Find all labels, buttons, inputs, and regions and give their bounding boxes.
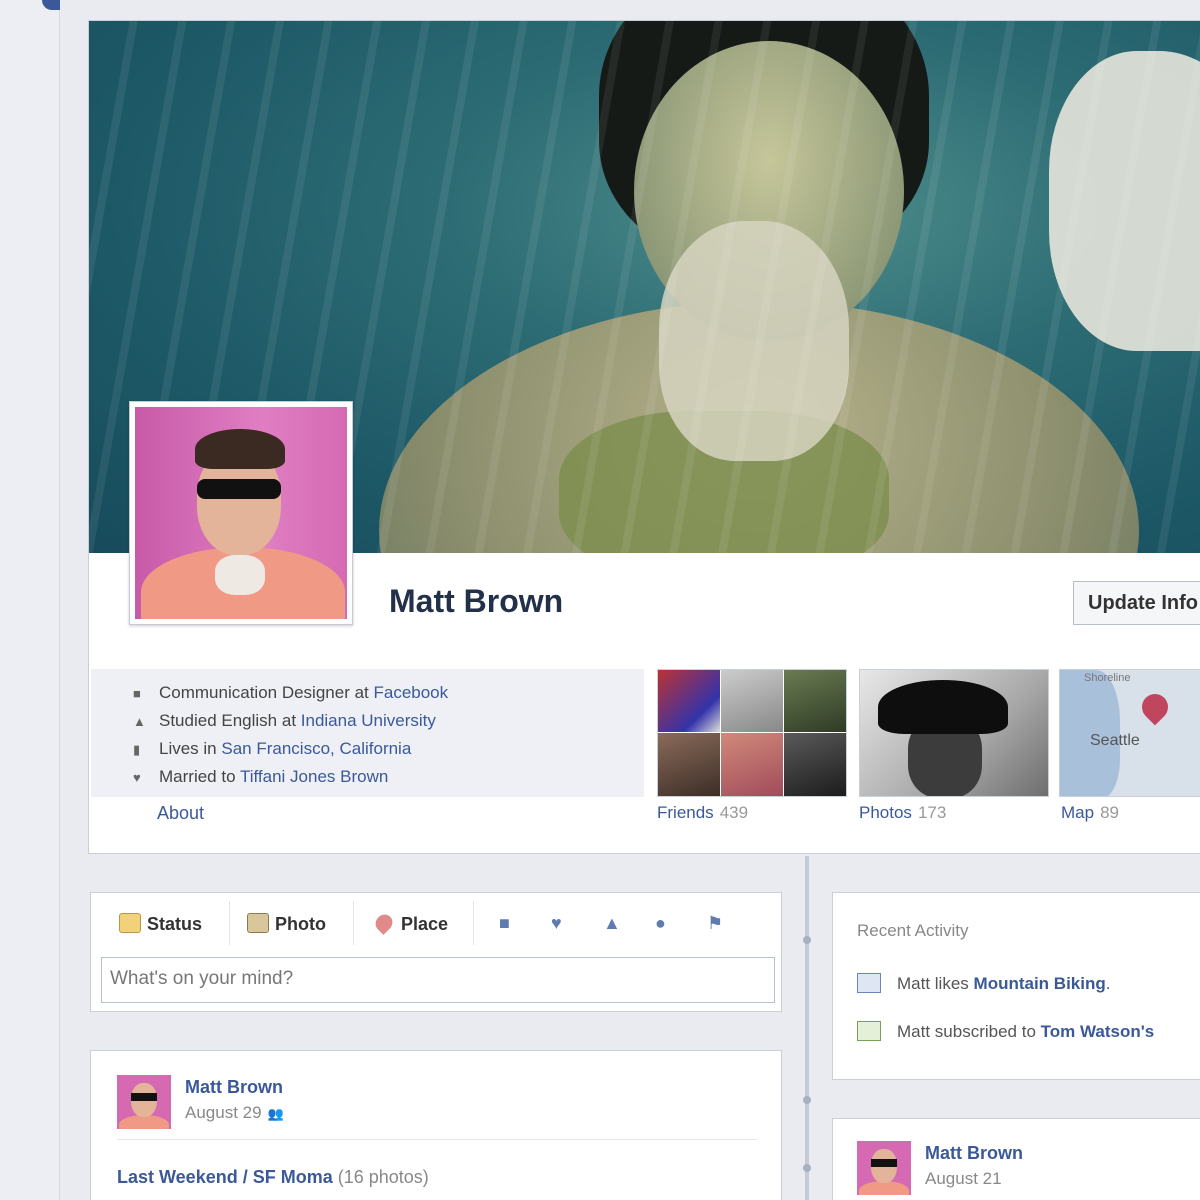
timeline-spine bbox=[803, 856, 811, 1200]
photo-icon bbox=[247, 913, 269, 933]
brand-notch bbox=[42, 0, 60, 10]
post-author-avatar[interactable] bbox=[857, 1141, 911, 1195]
post-album-title: Last Weekend / SF Moma (16 photos) bbox=[117, 1167, 429, 1188]
heart-icon: ♥ bbox=[133, 770, 141, 785]
post-date[interactable]: August 29 👥 bbox=[185, 1103, 284, 1123]
life-event-heart-icon[interactable]: ♥ bbox=[551, 913, 562, 934]
tab-status[interactable]: Status bbox=[119, 913, 202, 935]
composer-tabs: Status Photo Place ■ ♥ ▲ ● ⚑ bbox=[91, 893, 781, 955]
photos-tile[interactable] bbox=[859, 669, 1049, 797]
status-input[interactable]: What's on your mind? bbox=[101, 957, 775, 1003]
post-date[interactable]: August 21 bbox=[925, 1169, 1002, 1189]
spouse-link[interactable]: Tiffani Jones Brown bbox=[240, 767, 388, 786]
map-tile[interactable]: Shoreline Seattle bbox=[1059, 669, 1200, 797]
friends-tile[interactable] bbox=[657, 669, 847, 797]
map-shore-label: Shoreline bbox=[1084, 672, 1131, 684]
map-city-label: Seattle bbox=[1090, 732, 1140, 749]
map-pin-icon bbox=[1136, 688, 1174, 726]
info-item-location: ▮ Lives in San Francisco, California bbox=[133, 735, 448, 763]
update-info-button[interactable]: Update Info bbox=[1073, 581, 1200, 625]
subscribe-icon bbox=[857, 1021, 881, 1041]
post-author-link[interactable]: Matt Brown bbox=[185, 1077, 283, 1098]
location-link[interactable]: San Francisco, California bbox=[221, 739, 411, 758]
map-count: 89 bbox=[1100, 803, 1119, 822]
photos-count: 173 bbox=[917, 803, 947, 822]
status-icon bbox=[119, 913, 141, 933]
timeline-post: Matt Brown August 21 bbox=[832, 1118, 1200, 1200]
activity-link[interactable]: Tom Watson's bbox=[1041, 1022, 1155, 1041]
album-link[interactable]: Last Weekend / SF Moma bbox=[117, 1167, 333, 1187]
recent-activity-card: Recent Activity Matt likes Mountain Biki… bbox=[832, 892, 1200, 1080]
post-author-avatar[interactable] bbox=[117, 1075, 171, 1129]
education-link[interactable]: Indiana University bbox=[301, 711, 436, 730]
post-author-link[interactable]: Matt Brown bbox=[925, 1143, 1023, 1164]
info-item-relationship: ♥ Married to Tiffani Jones Brown bbox=[133, 763, 448, 791]
profile-header-card: Matt Brown Update Info ■ Communication De… bbox=[88, 20, 1200, 854]
left-sidebar-edge bbox=[0, 0, 60, 1200]
like-thumb-icon bbox=[857, 973, 881, 993]
activity-item: Matt subscribed to Tom Watson's bbox=[857, 1021, 1154, 1042]
info-summary: ■ Communication Designer at Facebook ▲ Stu… bbox=[91, 669, 644, 797]
profile-name: Matt Brown bbox=[389, 583, 564, 619]
map-link[interactable]: Map 89 bbox=[1061, 803, 1119, 823]
photos-link[interactable]: Photos 173 bbox=[859, 803, 946, 823]
tab-photo[interactable]: Photo bbox=[247, 913, 326, 935]
timeline-post: Matt Brown August 29 👥 Last Weekend / SF … bbox=[90, 1050, 782, 1200]
album-photo-count: (16 photos) bbox=[337, 1167, 429, 1187]
life-event-milestone-flag-icon[interactable]: ⚑ bbox=[707, 913, 723, 934]
about-link[interactable]: About bbox=[157, 803, 204, 824]
place-pin-icon bbox=[372, 911, 396, 935]
life-event-home-icon[interactable]: ▲ bbox=[603, 913, 621, 934]
info-list: ■ Communication Designer at Facebook ▲ Stu… bbox=[133, 679, 448, 791]
life-event-work-icon[interactable]: ■ bbox=[499, 913, 510, 934]
audience-friends-icon[interactable]: 👥 bbox=[268, 1106, 284, 1121]
city-icon: ▮ bbox=[133, 742, 141, 757]
recent-activity-title: Recent Activity bbox=[857, 921, 969, 940]
friends-count: 439 bbox=[719, 803, 749, 822]
activity-link[interactable]: Mountain Biking bbox=[974, 974, 1106, 993]
profile-page: Matt Brown Update Info ■ Communication De… bbox=[0, 0, 1200, 1200]
friends-link[interactable]: Friends 439 bbox=[657, 803, 748, 823]
activity-item: Matt likes Mountain Biking. bbox=[857, 973, 1110, 994]
work-link[interactable]: Facebook bbox=[373, 683, 448, 702]
tab-place[interactable]: Place bbox=[372, 911, 448, 935]
graduation-cap-icon: ▲ bbox=[133, 714, 146, 729]
briefcase-icon: ■ bbox=[133, 686, 141, 701]
profile-picture[interactable] bbox=[129, 401, 353, 625]
info-item-education: ▲ Studied English at Indiana University bbox=[133, 707, 448, 735]
life-event-health-icon[interactable]: ● bbox=[655, 913, 666, 934]
info-item-work: ■ Communication Designer at Facebook bbox=[133, 679, 448, 707]
status-composer: Status Photo Place ■ ♥ ▲ ● ⚑ What's on y… bbox=[90, 892, 782, 1012]
